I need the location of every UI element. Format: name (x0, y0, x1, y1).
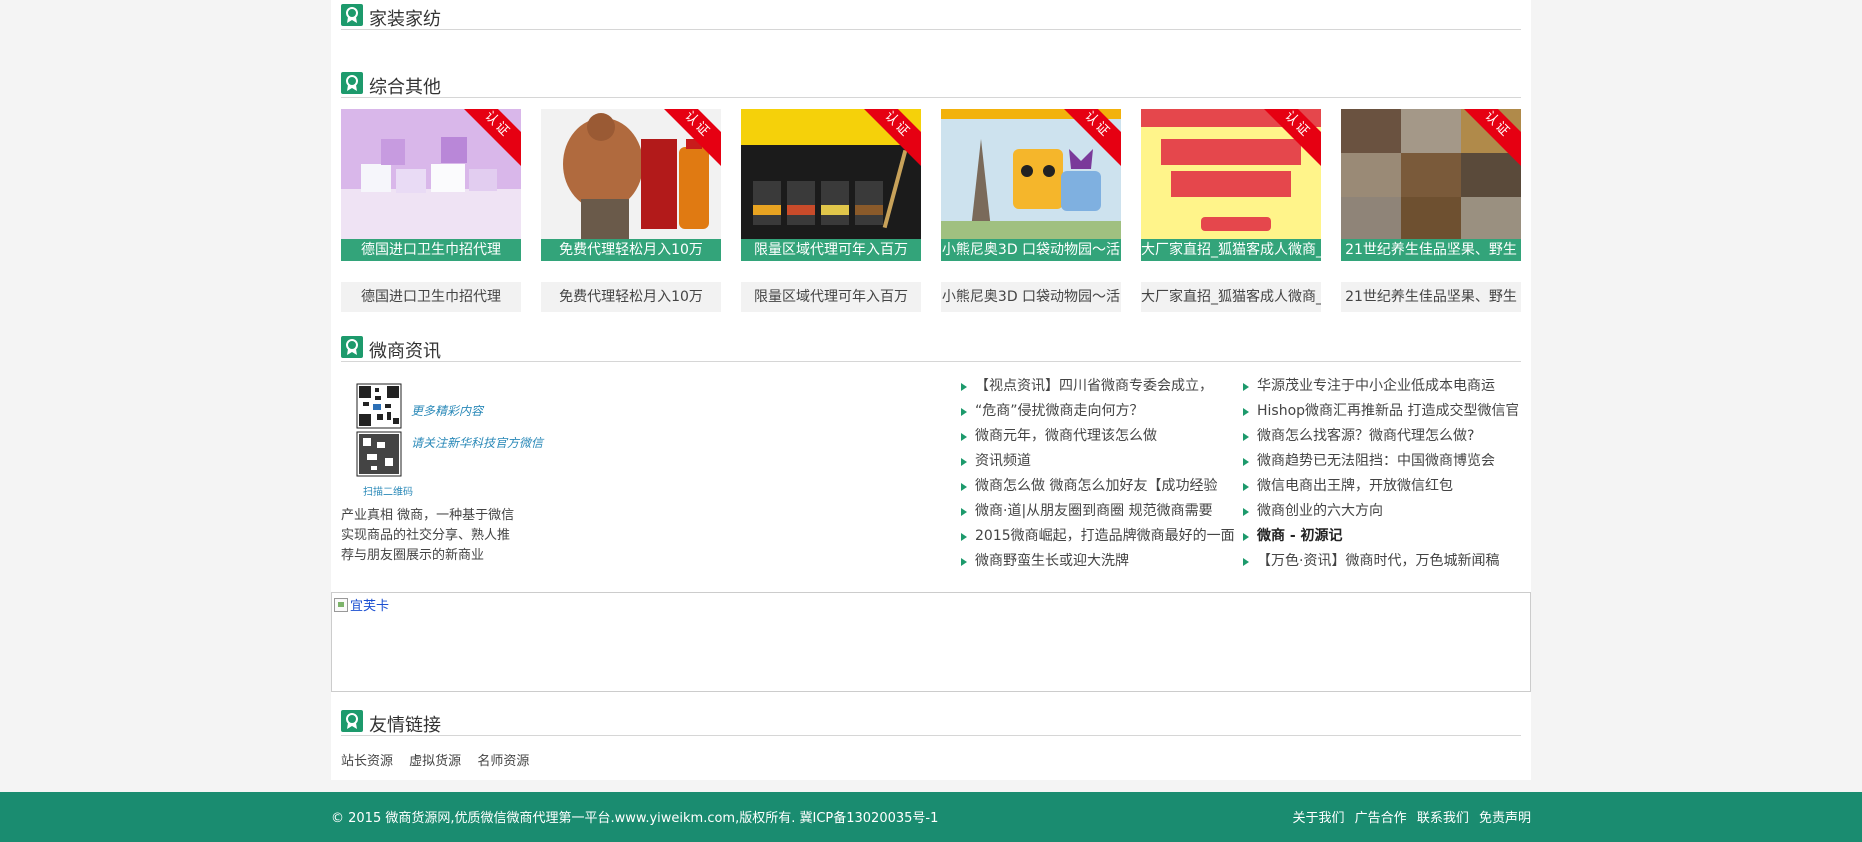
product-card[interactable]: 认证 21世纪养生佳品坚果、野生 21世纪养生佳品坚果、野生 (1341, 109, 1521, 312)
news-item[interactable]: 微商怎么找客源？微商代理怎么做? (1243, 424, 1518, 449)
news-item[interactable]: 【万色·资讯】微商时代，万色城新闻稿 (1243, 549, 1518, 574)
qr-slogan-2: 请关注新华科技官方微信 (411, 436, 544, 450)
broken-image-icon (334, 597, 348, 612)
footer-link-contact[interactable]: 联系我们 (1417, 811, 1469, 826)
banner-image-link[interactable]: 宜芙卡 (334, 595, 389, 614)
product-title-bar[interactable]: 小熊尼奥3D 口袋动物园～活 (941, 239, 1121, 261)
product-image[interactable]: 认证 小熊尼奥3D 口袋动物园～活 (941, 109, 1121, 261)
news-summary: 产业真相 微商，一种基于微信实现商品的社交分享、熟人推荐与朋友圈展示的新商业 (341, 508, 515, 563)
section-header-news: 微商资讯 (341, 336, 1521, 362)
product-image[interactable]: 认证 免费代理轻松月入10万 (541, 109, 721, 261)
footer-links: 关于我们 广告合作 联系我们 免责声明 (1287, 807, 1531, 826)
news-item[interactable]: 微商趋势已无法阻挡：中国微商博览会 (1243, 449, 1518, 474)
banner-ad[interactable]: 宜芙卡 (331, 592, 1531, 692)
section-title: 综合其他 (369, 77, 441, 98)
product-title-bar[interactable]: 德国进口卫生巾招代理 (341, 239, 521, 261)
product-title-bar[interactable]: 限量区域代理可年入百万 (741, 239, 921, 261)
product-caption[interactable]: 限量区域代理可年入百万 (741, 282, 921, 312)
footer-link-ads[interactable]: 广告合作 (1355, 811, 1407, 826)
friend-link[interactable]: 站长资源 (341, 754, 393, 769)
news-item[interactable]: 微商野蛮生长或迎大洗牌 (961, 549, 1236, 574)
friend-link[interactable]: 名师资源 (477, 754, 529, 769)
news-item[interactable]: 微信电商出王牌，开放微信红包 (1243, 474, 1518, 499)
product-caption[interactable]: 大厂家直招_狐猫客成人微商_ (1141, 282, 1321, 312)
product-caption[interactable]: 免费代理轻松月入10万 (541, 282, 721, 312)
ribbon-icon (341, 4, 363, 26)
ribbon-icon (341, 72, 363, 94)
product-image[interactable]: 认证 限量区域代理可年入百万 (741, 109, 921, 261)
product-card[interactable]: 认证 大厂家直招_狐猫客成人微商_ 大厂家直招_狐猫客成人微商_ (1141, 109, 1321, 312)
news-item[interactable]: Hishop微商汇再推新品 打造成交型微信官 (1243, 399, 1518, 424)
footer: © 2015 微商货源网,优质微信微商代理第一平台.www.yiweikm.co… (0, 792, 1862, 842)
news-item[interactable]: “危商”侵扰微商走向何方？ (961, 399, 1236, 424)
section-header-other: 综合其他 (341, 72, 1521, 98)
product-card[interactable]: 认证 免费代理轻松月入10万 免费代理轻松月入10万 (541, 109, 721, 312)
footer-copyright: © 2015 微商货源网,优质微信微商代理第一平台.www.yiweikm.co… (331, 811, 939, 826)
friend-link[interactable]: 虚拟货源 (409, 754, 461, 769)
news-list-right: 华源茂业专注于中小企业低成本电商运 Hishop微商汇再推新品 打造成交型微信官… (1243, 374, 1518, 574)
friend-links: 站长资源 虚拟货源 名师资源 (341, 750, 541, 769)
ribbon-icon (341, 336, 363, 358)
product-caption[interactable]: 21世纪养生佳品坚果、野生 (1341, 282, 1521, 312)
product-title-bar[interactable]: 大厂家直招_狐猫客成人微商_ (1141, 239, 1321, 261)
section-title: 微商资讯 (369, 341, 441, 362)
footer-link-disclaimer[interactable]: 免责声明 (1479, 811, 1531, 826)
banner-alt-text[interactable]: 宜芙卡 (350, 595, 389, 614)
product-card[interactable]: 认证 限量区域代理可年入百万 限量区域代理可年入百万 (741, 109, 921, 312)
product-title-bar[interactable]: 21世纪养生佳品坚果、野生 (1341, 239, 1521, 261)
section-header-links: 友情链接 (341, 710, 1521, 736)
news-item[interactable]: 微商·道|从朋友圈到商圈 规范微商需要 (961, 499, 1236, 524)
section-title: 友情链接 (369, 715, 441, 736)
product-card[interactable]: 认证 德国进口卫生巾招代理 德国进口卫生巾招代理 (341, 109, 521, 312)
section-title: 家装家纺 (369, 9, 441, 30)
news-list-left: 【视点资讯】四川省微商专委会成立， “危商”侵扰微商走向何方？ 微商元年，微商代… (961, 374, 1236, 574)
qr-scan-label: 扫描二维码 (363, 487, 413, 498)
news-item[interactable]: 微商元年，微商代理该怎么做 (961, 424, 1236, 449)
product-caption[interactable]: 小熊尼奥3D 口袋动物园～活 (941, 282, 1121, 312)
product-image[interactable]: 认证 德国进口卫生巾招代理 (341, 109, 521, 261)
product-card[interactable]: 认证 小熊尼奥3D 口袋动物园～活 小熊尼奥3D 口袋动物园～活 (941, 109, 1121, 312)
news-item[interactable]: 【视点资讯】四川省微商专委会成立， (961, 374, 1236, 399)
product-image[interactable]: 认证 大厂家直招_狐猫客成人微商_ (1141, 109, 1321, 261)
qr-slogan-1: 更多精彩内容 (411, 404, 484, 418)
product-caption[interactable]: 德国进口卫生巾招代理 (341, 282, 521, 312)
product-title-bar[interactable]: 免费代理轻松月入10万 (541, 239, 721, 261)
product-image[interactable]: 认证 21世纪养生佳品坚果、野生 (1341, 109, 1521, 261)
footer-link-about[interactable]: 关于我们 (1293, 811, 1345, 826)
news-item[interactable]: 微商怎么做 微商怎么加好友【成功经验 (961, 474, 1236, 499)
news-item[interactable]: 2015微商崛起，打造品牌微商最好的一面 (961, 524, 1236, 549)
ribbon-icon (341, 710, 363, 732)
news-item[interactable]: 华源茂业专注于中小企业低成本电商运 (1243, 374, 1518, 399)
wechat-qr-block: 更多精彩内容 请关注新华科技官方微信 扫描二维码 (341, 382, 543, 504)
section-header-home: 家装家纺 (341, 4, 1521, 30)
news-item[interactable]: 微商 - 初源记 (1243, 524, 1518, 549)
news-item[interactable]: 微商创业的六大方向 (1243, 499, 1518, 524)
news-item[interactable]: 资讯频道 (961, 449, 1236, 474)
